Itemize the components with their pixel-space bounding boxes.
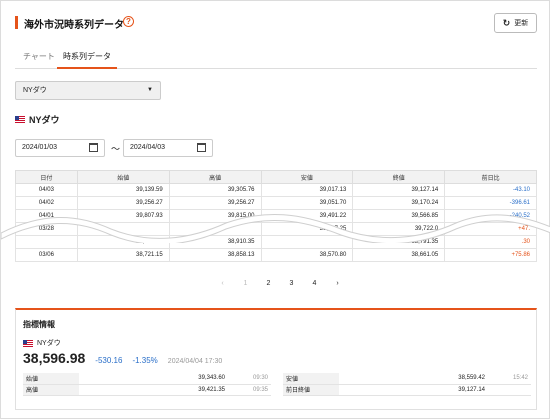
us-flag-icon [15, 115, 25, 123]
table-cell: 39,305.76 [168, 183, 262, 197]
price-change-percent: -1.35% [132, 356, 158, 365]
ohlc-value: 39,127.14 [339, 384, 491, 396]
torn-edge-divider [1, 214, 550, 243]
tab-timeseries[interactable]: 時系列データ [57, 49, 117, 69]
table-cell: 03/06 [15, 248, 78, 262]
table-row: 03/06 38,721.15 38,858.13 38,570.80 38,6… [15, 248, 537, 262]
table-row: 高値 39,421.35 09:35 [23, 384, 271, 396]
date-from-input[interactable]: 2024/01/03 [15, 139, 105, 157]
prev-page-button[interactable]: ‹ [211, 280, 234, 287]
table-cell: 38,721.15 [76, 248, 170, 262]
index-select-value: NYダウ [23, 87, 47, 94]
ohlc-table-left: 始値 39,343.60 09:30 高値 39,421.35 09:35 [23, 373, 271, 396]
refresh-icon: ↻ [502, 17, 511, 28]
info-title: 指標情報 [23, 320, 55, 329]
table-row: 前日終値 39,127.14 [283, 384, 531, 396]
table-row: 安値 38,559.42 15:42 [283, 373, 531, 385]
ohlc-time: 15:42 [491, 373, 531, 385]
index-heading: NYダウ [15, 112, 60, 126]
us-flag-icon [23, 339, 33, 347]
pagination: ‹ 1 2 3 4 › [211, 280, 349, 287]
column-header: 始値 [76, 170, 170, 184]
table-row: 04/03 39,139.59 39,305.76 39,017.13 39,1… [15, 183, 537, 197]
ohlc-table-right: 安値 38,559.42 15:42 前日終値 39,127.14 [283, 373, 531, 396]
column-header: 安値 [260, 170, 354, 184]
table-cell: 39,256.27 [76, 196, 170, 210]
table-header-row: 日付 始値 高値 安値 終値 前日比 [15, 170, 537, 184]
page-number[interactable]: 1 [234, 280, 257, 287]
current-price: 38,596.98 [23, 350, 86, 366]
table-cell: 39,139.59 [76, 183, 170, 197]
column-header: 前日比 [444, 170, 537, 184]
table-cell: 39,127.14 [352, 183, 446, 197]
ohlc-value: 38,559.42 [339, 373, 491, 385]
page-title: 海外市況時系列データ [24, 20, 124, 31]
table-cell: 39,170.24 [352, 196, 446, 210]
table-cell: -43.10 [444, 183, 537, 197]
ohlc-time: 09:35 [231, 384, 271, 396]
date-separator: 〜 [111, 144, 121, 154]
table-cell: 38,570.80 [260, 248, 354, 262]
title-accent-bar [15, 16, 18, 29]
index-name: NYダウ [29, 114, 60, 125]
date-to-value: 2024/04/03 [130, 144, 166, 151]
column-header: 終値 [352, 170, 446, 184]
page-number[interactable]: 4 [303, 280, 326, 287]
tab-chart[interactable]: チャート [17, 49, 61, 69]
table-cell: 39,017.13 [260, 183, 354, 197]
table-cell: 04/03 [15, 183, 78, 197]
header: 海外市況時系列データ ? ↻ 更新 [15, 13, 537, 35]
table-cell: 38,661.05 [352, 248, 446, 262]
table-row: 始値 39,343.60 09:30 [23, 373, 271, 385]
index-select[interactable]: NYダウ ▼ [15, 81, 161, 100]
ohlc-time: 09:30 [231, 373, 271, 385]
info-index-row: NYダウ [23, 338, 61, 348]
table-cell: +75.86 [444, 248, 537, 262]
ohlc-label: 前日終値 [283, 384, 339, 396]
date-to-input[interactable]: 2024/04/03 [123, 139, 213, 157]
next-page-button[interactable]: › [326, 280, 349, 287]
column-header: 日付 [15, 170, 78, 184]
table-cell: 39,256.27 [168, 196, 262, 210]
table-cell: -396.61 [444, 196, 537, 210]
ohlc-label: 始値 [23, 373, 79, 385]
price-timestamp: 2024/04/04 17:30 [167, 358, 223, 365]
table-row: 04/02 39,256.27 39,256.27 39,051.70 39,1… [15, 196, 537, 210]
table-cell: 39,051.70 [260, 196, 354, 210]
price-row: 38,596.98 -530.16 -1.35% 2024/04/04 17:3… [23, 350, 222, 366]
refresh-label: 更新 [514, 20, 529, 27]
ohlc-time [491, 384, 531, 396]
page-number[interactable]: 3 [280, 280, 303, 287]
refresh-button[interactable]: ↻ 更新 [494, 13, 537, 33]
ohlc-value: 39,343.60 [79, 373, 231, 385]
table-cell: 38,858.13 [168, 248, 262, 262]
market-data-panel: 海外市況時系列データ ? ↻ 更新 チャート 時系列データ NYダウ ▼ NYダ… [0, 0, 550, 419]
tab-bar: チャート 時系列データ [15, 49, 537, 69]
ohlc-value: 39,421.35 [79, 384, 231, 396]
column-header: 高値 [168, 170, 262, 184]
indicator-info-card: 指標情報 NYダウ 38,596.98 -530.16 -1.35% 2024/… [15, 308, 537, 410]
calendar-icon[interactable] [197, 143, 206, 152]
price-change: -530.16 [95, 356, 123, 365]
chevron-down-icon: ▼ [147, 87, 153, 93]
page-number[interactable]: 2 [257, 280, 280, 287]
help-icon[interactable]: ? [123, 16, 134, 27]
ohlc-label: 安値 [283, 373, 339, 385]
ohlc-label: 高値 [23, 384, 79, 396]
date-from-value: 2024/01/03 [22, 144, 58, 151]
info-index-name: NYダウ [37, 340, 61, 347]
table-cell: 04/02 [15, 196, 78, 210]
calendar-icon[interactable] [89, 143, 98, 152]
